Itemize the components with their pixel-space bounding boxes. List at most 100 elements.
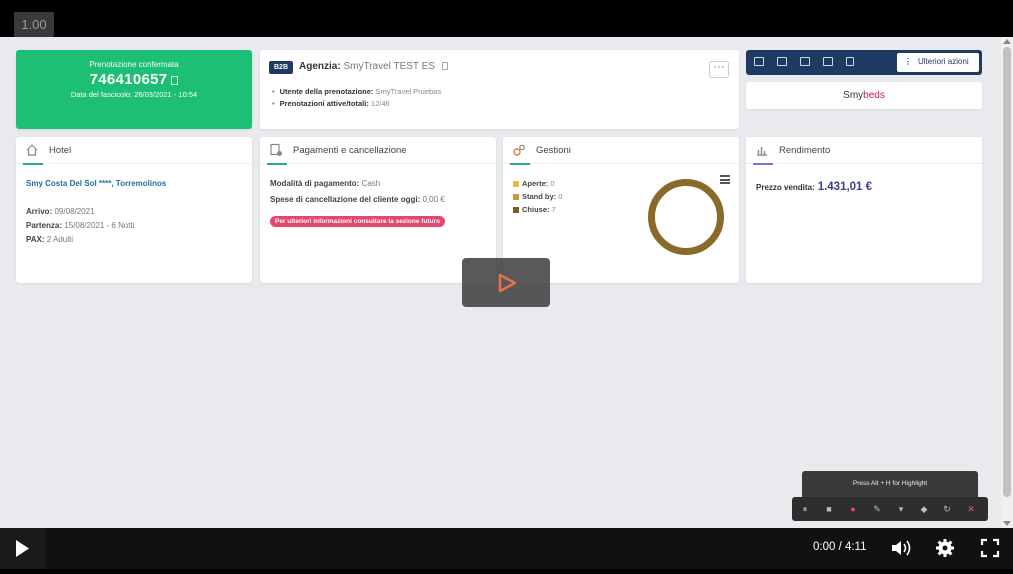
panel-underline <box>267 163 287 165</box>
legend-item-standby: Stand by: 0 <box>513 192 562 201</box>
scroll-up-icon[interactable] <box>1003 39 1011 44</box>
booking-number-text: 746410657 <box>89 71 168 88</box>
departure-label: Partenza: <box>26 221 63 230</box>
video-controls: 0:00 / 4:11 <box>0 528 1013 569</box>
info-notice-pill[interactable]: Per ulteriori informazioni consultare la… <box>270 216 446 227</box>
more-actions-label: Ulteriori azioni <box>918 57 969 66</box>
panel-header: Rendimento <box>746 137 982 165</box>
stop-icon[interactable]: ■ <box>824 504 834 514</box>
legend-value: 0 <box>550 179 555 188</box>
agency-details: Utente della prenotazione: SmyTravel Pru… <box>272 86 441 110</box>
play-icon <box>16 540 29 557</box>
chart-menu-icon[interactable] <box>720 175 730 186</box>
booking-date: Data del fascicolo: 26/03/2021 - 10:54 <box>70 90 198 99</box>
booking-status-card: Prenotazione confermata 746410657 Data d… <box>16 50 252 129</box>
pause-icon[interactable]: ⏸ <box>800 504 810 514</box>
tag-icon[interactable] <box>800 57 810 66</box>
home-icon <box>26 144 38 156</box>
panel-underline <box>23 163 43 165</box>
panel-header: Gestioni <box>503 137 739 165</box>
rendimento-panel: Rendimento Prezzo vendita: 1.431,01 € <box>746 137 982 283</box>
agency-label: Agenzia: <box>299 61 341 72</box>
microphone-icon[interactable]: ● <box>848 504 858 514</box>
agency-active-label: Prenotazioni attive/totali: <box>279 99 369 108</box>
legend-swatch <box>513 181 519 188</box>
sale-price-value: 1.431,01 € <box>817 181 873 193</box>
gestioni-donut-chart <box>648 179 724 255</box>
legend-label: Stand by: <box>522 192 557 201</box>
scroll-thumb[interactable] <box>1003 47 1011 497</box>
pax-value: 2 Adulti <box>46 235 74 244</box>
arrival-value: 09/08/2021 <box>54 207 95 216</box>
legend-swatch <box>513 194 519 201</box>
hotel-panel: Hotel Smy Costa Del Sol ****, Torremolin… <box>16 137 252 283</box>
bar-chart-icon <box>757 147 767 156</box>
copy-icon[interactable] <box>171 75 179 85</box>
agency-user-label: Utente della prenotazione: <box>279 87 374 96</box>
agency-title: Agenzia: SmyTravel TEST ES <box>299 61 448 72</box>
highlighter-icon[interactable]: ▾ <box>896 504 906 514</box>
panel-header: Pagamenti e cancellazione <box>260 137 496 165</box>
hotel-name-link[interactable]: Smy Costa Del Sol ****, Torremolinos <box>26 179 166 188</box>
recorder-hint: Press Alt + H for Highlight <box>802 471 978 497</box>
mail-icon[interactable] <box>777 57 787 66</box>
logo-smy: Smy <box>843 90 864 101</box>
more-actions-button[interactable]: ⋮ Ulteriori azioni <box>897 53 979 72</box>
document-icon[interactable] <box>846 57 854 66</box>
video-frame[interactable]: 1.00 Prenotazione confermata 746410657 D… <box>0 0 1013 528</box>
booking-status-label: Prenotazione confermata <box>89 60 179 69</box>
legend-swatch <box>513 207 519 214</box>
payments-panel: Pagamenti e cancellazione Modalità di pa… <box>260 137 496 283</box>
arrival-label: Arrivo: <box>26 207 53 216</box>
play-button[interactable] <box>0 528 45 569</box>
pax-row: PAX: 2 Adulti <box>26 235 73 244</box>
kebab-icon: ⋮ <box>904 57 912 66</box>
panel-title: Pagamenti e cancellazione <box>293 145 407 156</box>
booking-number: 746410657 <box>16 71 252 88</box>
legend-value: 0 <box>558 192 563 201</box>
actions-toolbar: ⋮ Ulteriori azioni <box>746 50 982 75</box>
copy-icon[interactable] <box>441 62 448 71</box>
play-icon <box>498 273 517 293</box>
recorder-toolbar: ⏸ ■ ● ✎ ▾ ◆ ↻ ✕ <box>792 497 988 521</box>
departure-row: Partenza: 15/08/2021 - 6 Notti <box>26 221 135 230</box>
logo-beds: beds <box>863 90 885 101</box>
legend-item-open: Aperte: 0 <box>513 179 555 188</box>
legend-label: Chiuse: <box>522 205 550 214</box>
sale-price: Prezzo vendita: 1.431,01 € <box>756 181 872 193</box>
grid-icon[interactable] <box>754 57 764 66</box>
close-icon[interactable]: ✕ <box>966 504 976 514</box>
payment-method-label: Modalità di pagamento: <box>270 179 360 188</box>
volume-icon[interactable] <box>890 538 914 558</box>
time-display: 0:00 / 4:11 <box>813 541 867 553</box>
playback-speed-badge[interactable]: 1.00 <box>14 12 54 40</box>
payment-doc-icon <box>270 143 282 156</box>
agency-name: SmyTravel TEST ES <box>343 61 435 72</box>
center-play-button[interactable] <box>462 258 550 307</box>
legend-label: Aperte: <box>522 179 549 188</box>
vertical-scrollbar[interactable] <box>1001 37 1013 528</box>
settings-gear-icon[interactable] <box>935 538 955 558</box>
restart-icon[interactable]: ↻ <box>942 504 952 514</box>
eraser-icon[interactable]: ◆ <box>919 504 929 514</box>
agency-user-row: Utente della prenotazione: SmyTravel Pru… <box>272 86 441 98</box>
scroll-down-icon[interactable] <box>1003 521 1011 526</box>
legend-item-closed: Chiuse: 7 <box>513 205 556 214</box>
departure-value: 15/08/2021 - 6 Notti <box>64 221 135 230</box>
panel-title: Gestioni <box>536 145 571 156</box>
panel-underline <box>753 163 773 165</box>
panel-header: Hotel <box>16 137 252 165</box>
agency-user-value: SmyTravel Pruebas <box>375 87 442 96</box>
agency-active-value: 12/46 <box>370 99 390 108</box>
pax-label: PAX: <box>26 235 45 244</box>
card-icon[interactable] <box>823 57 833 66</box>
pen-icon[interactable]: ✎ <box>872 504 882 514</box>
cancel-fee-label: Spese di cancellazione del cliente oggi: <box>270 195 421 204</box>
fullscreen-icon[interactable] <box>980 538 1000 558</box>
panel-title: Rendimento <box>779 145 831 156</box>
smybeds-logo: Smybeds <box>746 82 982 109</box>
cancel-fee-row: Spese di cancellazione del cliente oggi:… <box>270 195 445 204</box>
agency-card: B2B Agenzia: SmyTravel TEST ES ··· Utent… <box>260 50 739 129</box>
agency-menu-button[interactable]: ··· <box>709 61 729 78</box>
sale-price-label: Prezzo vendita: <box>756 183 815 192</box>
